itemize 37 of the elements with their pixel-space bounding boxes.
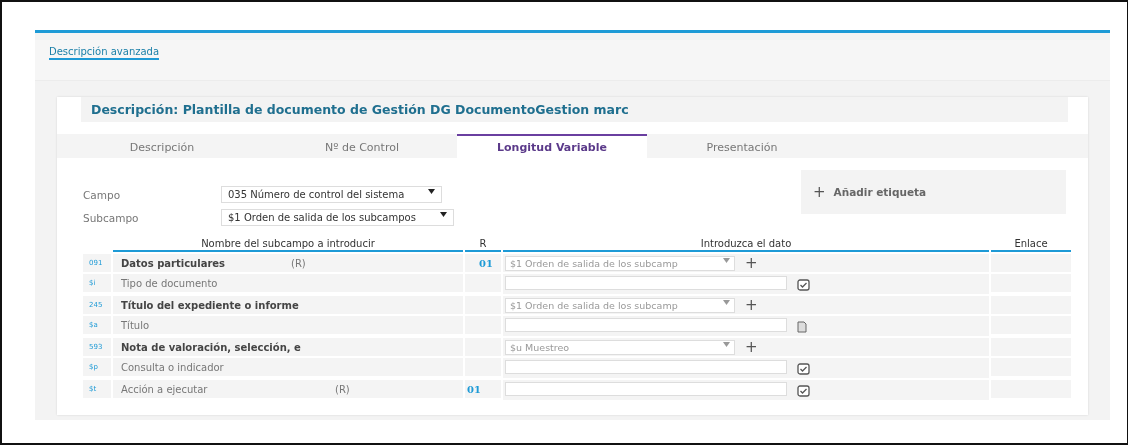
tab[interactable]: Nº de Control: [267, 134, 457, 158]
tab[interactable]: Presentación: [647, 134, 837, 158]
table-cell: 01: [465, 254, 501, 272]
table-cell: Datos particulares (R): [113, 254, 463, 272]
table-cell: Acción a ejecutar (R): [113, 380, 463, 398]
add-button[interactable]: +: [745, 255, 758, 271]
field-label: Campo: [83, 188, 122, 201]
table-cell: Título: [113, 316, 463, 334]
column-header: Nombre del subcampo a introducir: [113, 238, 463, 252]
column-header: Introduzca el dato: [503, 238, 989, 252]
add-button[interactable]: +: [745, 339, 758, 355]
dropdown[interactable]: $1 Orden de salida de los subcampos: [221, 209, 454, 226]
table-cell: Nota de valoración, selección, e: [113, 338, 463, 356]
caret-icon: [439, 212, 447, 217]
field-label: Subcampo: [83, 211, 140, 224]
caret-icon: [723, 299, 730, 305]
column-header: Enlace: [991, 238, 1071, 252]
card-title: Descripción: Plantilla de documento de Gestión DG DocumentoGestion marc: [81, 97, 1068, 122]
add-tag-button[interactable]: + Añadir etiqueta: [801, 170, 1066, 214]
checkbox-icon[interactable]: [797, 385, 810, 397]
checkbox-icon[interactable]: [797, 279, 810, 291]
advanced-description-link[interactable]: Descripción avanzada: [49, 46, 160, 60]
table-cell: Título del expediente o informe: [113, 296, 463, 314]
table-cell: Consulta o indicador: [113, 358, 463, 376]
plus-icon: +: [813, 183, 826, 201]
caret-icon: [723, 341, 730, 347]
add-button[interactable]: +: [745, 297, 758, 313]
dropdown[interactable]: 035 Número de control del sistema: [221, 186, 443, 203]
caret-icon: [723, 257, 730, 263]
column-header: R: [465, 238, 501, 252]
tab[interactable]: Longitud Variable: [457, 134, 647, 158]
document-icon[interactable]: [797, 321, 807, 333]
checkbox-icon[interactable]: [797, 363, 810, 375]
tab[interactable]: Descripción: [57, 134, 267, 158]
caret-icon: [428, 189, 436, 194]
table-cell: Tipo de documento: [113, 274, 463, 292]
table-cell: 01: [465, 380, 501, 398]
